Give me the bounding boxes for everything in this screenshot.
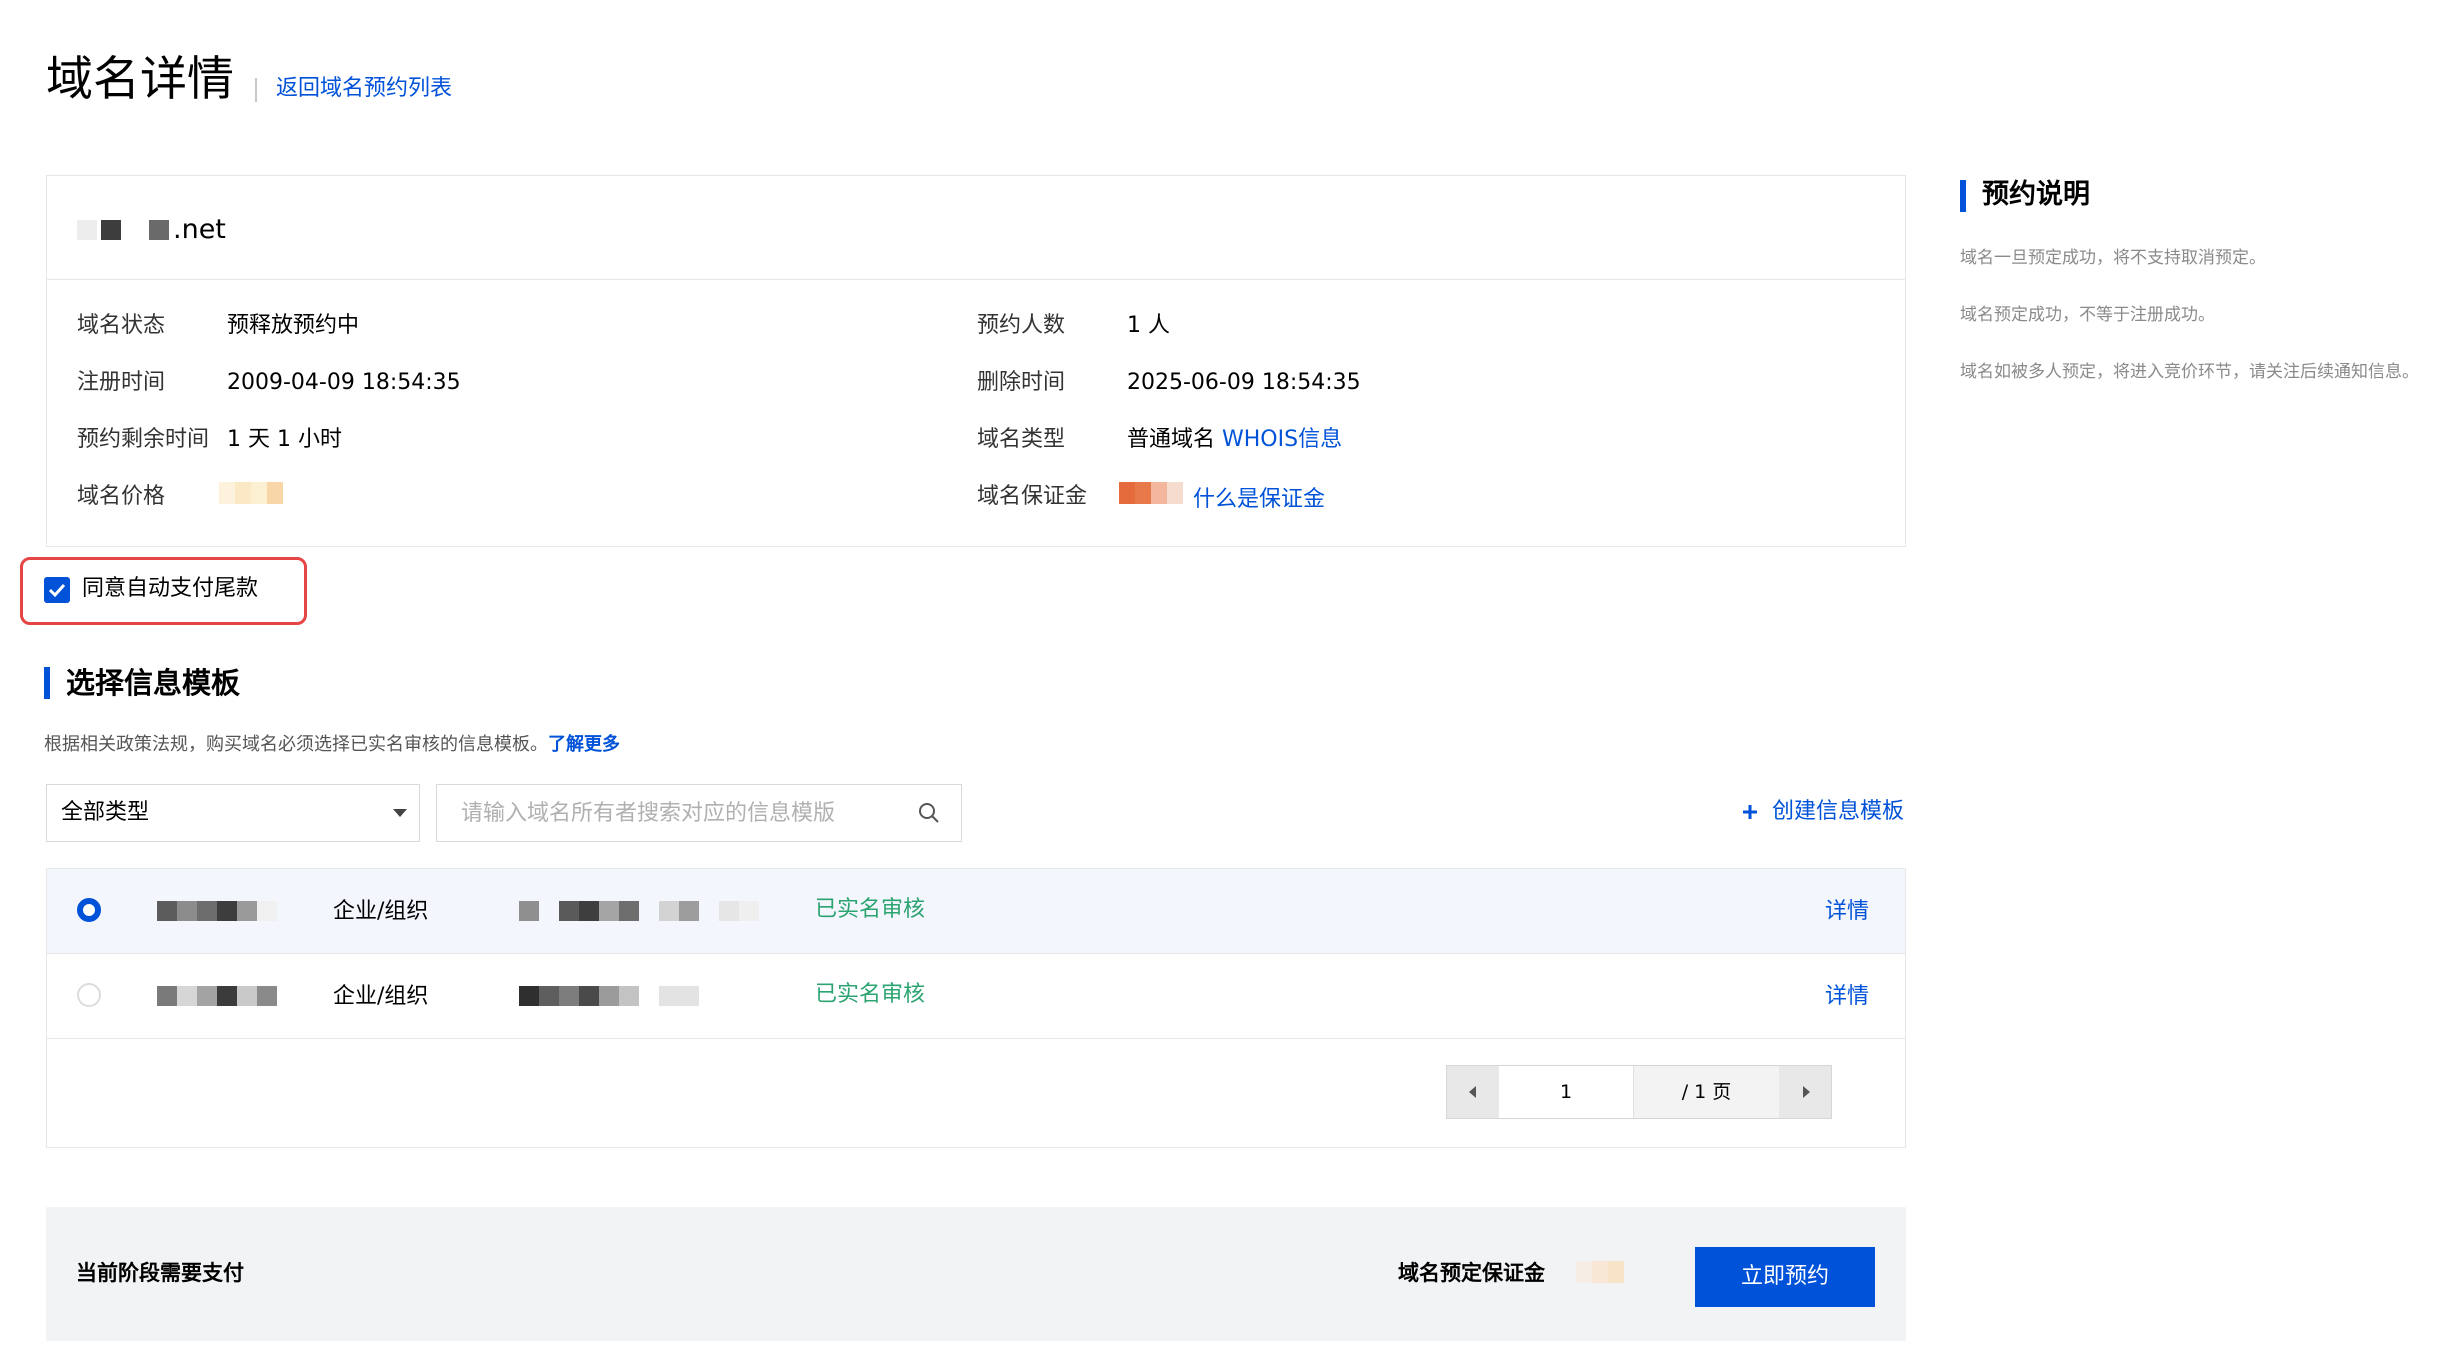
status-value: 预释放预约中 — [227, 313, 360, 338]
template-radio[interactable] — [77, 983, 101, 1007]
template-owner-redacted — [519, 901, 759, 921]
side-accent-bar — [1960, 180, 1966, 212]
reg-time-value: 2009-04-09 18:54:35 — [227, 370, 461, 395]
domain-suffix: .net — [173, 214, 226, 245]
caret-left-icon — [1469, 1086, 1476, 1098]
stage-payment-label: 当前阶段需要支付 — [76, 1261, 244, 1285]
auto-pay-label[interactable]: 同意自动支付尾款 — [82, 574, 258, 604]
type-label: 域名类型 — [977, 427, 1066, 452]
template-section-title: 选择信息模板 — [66, 666, 241, 700]
payment-bar: 当前阶段需要支付 域名预定保证金 立即预约 — [46, 1207, 1906, 1341]
page-total: / 1 页 — [1634, 1066, 1779, 1118]
template-owner-redacted — [519, 986, 699, 1006]
back-to-list-link[interactable]: 返回域名预约列表 — [276, 74, 452, 104]
template-name-redacted — [157, 901, 277, 921]
caret-down-icon — [393, 809, 407, 817]
remaining-value: 1 天 1 小时 — [227, 427, 342, 452]
domain-info-card: .net 域名状态 预释放预约中 注册时间 2009-04-09 18:54:3… — [46, 175, 1906, 547]
template-type-select[interactable]: 全部类型 — [46, 784, 420, 842]
remaining-label: 预约剩余时间 — [77, 427, 210, 452]
pagination: 1 / 1 页 — [1446, 1065, 1832, 1119]
policy-text: 根据相关政策法规，购买域名必须选择已实名审核的信息模板。 — [44, 734, 548, 755]
template-type: 企业/组织 — [333, 984, 429, 1009]
type-value-group: 普通域名 WHOIS信息 — [1127, 425, 1342, 455]
reservation-note: 域名预定成功，不等于注册成功。 — [1960, 305, 2215, 325]
template-status: 已实名审核 — [815, 982, 926, 1007]
reservation-note: 域名如被多人预定，将进入竞价环节，请关注后续通知信息。 — [1960, 362, 2419, 382]
create-template-label: 创建信息模板 — [1772, 799, 1905, 824]
plus-icon — [1743, 805, 1757, 819]
domain-redacted-block — [125, 220, 145, 240]
table-row[interactable]: 企业/组织 已实名审核 详情 — [47, 869, 1905, 954]
deposit-label: 域名保证金 — [977, 484, 1088, 509]
template-detail-link[interactable]: 详情 — [1825, 897, 1869, 927]
section-accent-bar — [44, 667, 50, 699]
domain-info-header: .net — [47, 176, 1905, 280]
deposit-redacted — [1119, 482, 1183, 504]
select-value: 全部类型 — [61, 800, 150, 825]
title-divider — [255, 78, 257, 102]
template-type: 企业/组织 — [333, 899, 429, 924]
owner-search-input[interactable] — [436, 784, 962, 842]
reserve-deposit-label: 域名预定保证金 — [1398, 1261, 1545, 1285]
auto-pay-checkbox[interactable] — [44, 577, 70, 603]
page-input[interactable]: 1 — [1499, 1066, 1634, 1118]
reservation-notes-title: 预约说明 — [1982, 179, 2090, 210]
status-label: 域名状态 — [77, 313, 166, 338]
template-detail-link[interactable]: 详情 — [1825, 982, 1869, 1012]
page-title: 域名详情 — [46, 52, 234, 107]
reservation-note: 域名一旦预定成功，将不支持取消预定。 — [1960, 248, 2266, 268]
reg-time-label: 注册时间 — [77, 370, 166, 395]
reserve-now-button[interactable]: 立即预约 — [1695, 1247, 1875, 1307]
create-template-link[interactable]: 创建信息模板 — [1740, 797, 1904, 827]
domain-redacted-block — [149, 220, 169, 240]
template-section-desc: 根据相关政策法规，购买域名必须选择已实名审核的信息模板。了解更多 — [44, 732, 620, 758]
learn-more-link[interactable]: 了解更多 — [548, 734, 620, 755]
delete-time-label: 删除时间 — [977, 370, 1066, 395]
price-label: 域名价格 — [77, 484, 166, 509]
caret-right-icon — [1803, 1086, 1810, 1098]
search-icon[interactable] — [918, 802, 940, 824]
domain-redacted-block — [101, 220, 121, 240]
template-name-redacted — [157, 986, 277, 1006]
count-label: 预约人数 — [977, 313, 1066, 338]
whois-link[interactable]: WHOIS信息 — [1222, 427, 1342, 452]
domain-redacted-block — [77, 220, 97, 240]
table-row[interactable]: 企业/组织 已实名审核 详情 — [47, 954, 1905, 1039]
delete-time-value: 2025-06-09 18:54:35 — [1127, 370, 1361, 395]
next-page-button[interactable] — [1779, 1066, 1831, 1118]
template-radio[interactable] — [77, 898, 101, 922]
what-is-deposit-link[interactable]: 什么是保证金 — [1193, 485, 1325, 515]
info-status: 域名状态 — [77, 311, 165, 341]
price-redacted — [219, 482, 283, 504]
count-value: 1 人 — [1127, 313, 1170, 338]
type-value: 普通域名 — [1127, 427, 1216, 452]
prev-page-button[interactable] — [1447, 1066, 1499, 1118]
check-icon — [48, 583, 66, 598]
template-status: 已实名审核 — [815, 897, 926, 922]
reserve-deposit-redacted — [1576, 1261, 1624, 1283]
domain-name: .net — [77, 212, 226, 248]
